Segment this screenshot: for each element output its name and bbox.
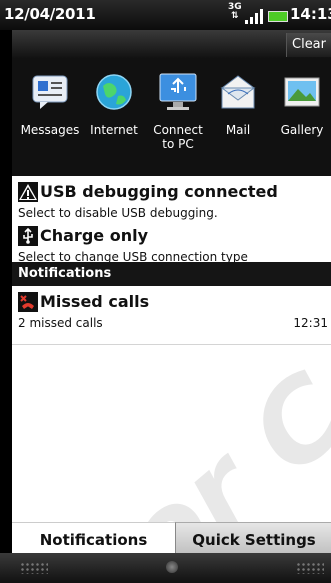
app-label: Mail — [225, 123, 251, 137]
pc-usb-icon — [158, 72, 198, 112]
battery-icon — [268, 11, 288, 22]
app-label: Internet — [90, 123, 138, 137]
clear-button[interactable]: Clear — [286, 33, 331, 57]
warning-icon — [18, 182, 38, 202]
grip-dots-left — [20, 562, 48, 574]
panel-tabs: Notifications Quick Settings — [12, 522, 331, 557]
app-label: Gallery — [280, 123, 324, 137]
messages-icon — [30, 72, 70, 112]
status-bar: 12/04/2011 3G⇅ 14:13 — [0, 0, 331, 30]
notification-title: USB debugging connected — [40, 182, 278, 201]
status-date: 12/04/2011 — [4, 5, 96, 23]
tab-notifications[interactable]: Notifications — [12, 522, 175, 557]
app-mail[interactable]: Mail — [206, 72, 270, 172]
mail-icon — [218, 72, 258, 112]
tab-quick-settings[interactable]: Quick Settings — [175, 522, 331, 557]
globe-icon — [94, 72, 134, 112]
notification-subtitle: 2 missed calls — [18, 316, 103, 330]
drag-handle-icon[interactable] — [166, 561, 178, 573]
app-label: Connect to PC — [153, 123, 203, 151]
panel-handle-bar[interactable] — [0, 553, 331, 583]
app-connect-to-pc[interactable]: Connect to PC — [146, 72, 210, 172]
missed-call-icon — [18, 292, 38, 312]
notification-title: Charge only — [40, 226, 148, 245]
status-time: 14:13 — [290, 5, 331, 23]
charge-only-notification[interactable]: Charge only Select to change USB connect… — [12, 220, 331, 264]
notification-subtitle: Select to disable USB debugging. — [18, 206, 218, 220]
signal-strength-icon — [245, 8, 265, 24]
recent-apps-bar: Messages Internet Connect to PC Mail Gal… — [12, 58, 331, 176]
network-3g-icon: 3G ⇅ — [228, 2, 242, 21]
usb-debugging-notification[interactable]: USB debugging connected Select to disabl… — [12, 176, 331, 221]
notification-title: Missed calls — [40, 292, 150, 311]
usb-icon — [18, 226, 38, 246]
gallery-icon — [282, 72, 322, 112]
notification-panel: or Cert Clear Messages Internet Connect … — [12, 30, 331, 583]
app-messages[interactable]: Messages — [18, 72, 82, 172]
notification-time: 12:31 — [293, 316, 328, 330]
app-gallery[interactable]: Gallery — [270, 72, 331, 172]
grip-dots-right — [296, 562, 324, 574]
clear-bar: Clear — [12, 30, 331, 58]
app-label: Messages — [20, 123, 80, 137]
missed-calls-notification[interactable]: Missed calls 2 missed calls 12:31 — [12, 286, 331, 345]
app-internet[interactable]: Internet — [82, 72, 146, 172]
notifications-header: Notifications — [12, 262, 331, 286]
